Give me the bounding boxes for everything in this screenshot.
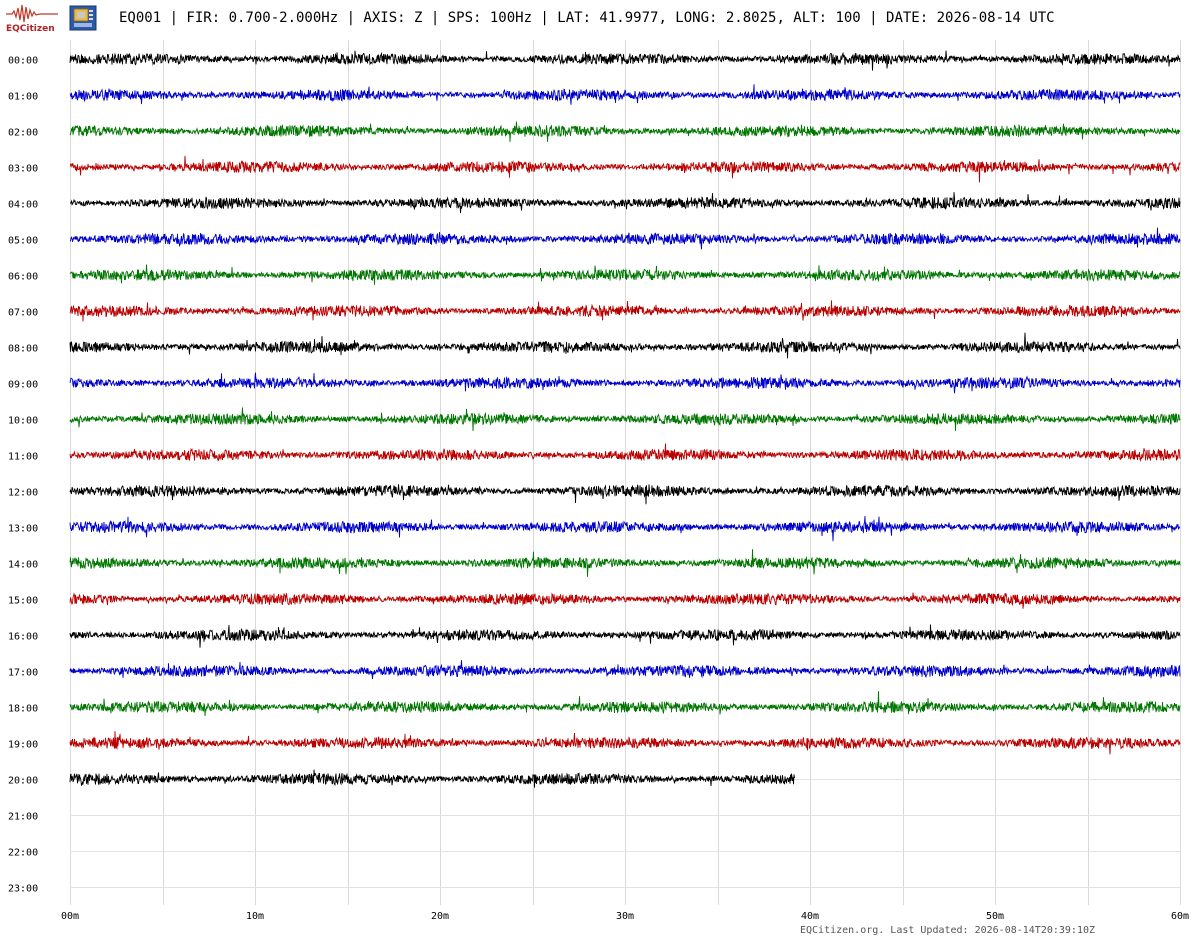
row-label: 16:00 bbox=[8, 632, 38, 643]
row-label: 01:00 bbox=[8, 92, 38, 103]
row-label: 03:00 bbox=[8, 164, 38, 175]
x-tick-label: 60m bbox=[1171, 911, 1189, 922]
x-tick-label: 20m bbox=[431, 911, 449, 922]
row-label: 13:00 bbox=[8, 524, 38, 535]
row-label: 22:00 bbox=[8, 848, 38, 859]
row-label: 12:00 bbox=[8, 488, 38, 499]
row-label: 00:00 bbox=[8, 56, 38, 67]
x-tick-label: 10m bbox=[246, 911, 264, 922]
row-label: 05:00 bbox=[8, 236, 38, 247]
row-labels: 00:00 01:00 02:00 03:00 04:00 05:00 06:00 07:00… bbox=[8, 56, 38, 895]
row-label: 20:00 bbox=[8, 776, 38, 787]
row-label: 07:00 bbox=[8, 308, 38, 319]
row-label: 17:00 bbox=[8, 668, 38, 679]
row-label: 02:00 bbox=[8, 128, 38, 139]
row-label: 06:00 bbox=[8, 272, 38, 283]
x-axis-ticks: 00m 10m 20m 30m 40m 50m 60m bbox=[61, 911, 1189, 922]
row-label: 23:00 bbox=[8, 884, 38, 895]
row-label: 04:00 bbox=[8, 200, 38, 211]
x-tick-label: 30m bbox=[616, 911, 634, 922]
row-label: 15:00 bbox=[8, 596, 38, 607]
last-updated-footer: EQCitizen.org. Last Updated: 2026-08-14T… bbox=[800, 925, 1096, 936]
trace-2000 bbox=[69, 769, 795, 788]
x-tick-label: 00m bbox=[61, 911, 79, 922]
row-label: 11:00 bbox=[8, 452, 38, 463]
row-label: 21:00 bbox=[8, 812, 38, 823]
x-tick-label: 40m bbox=[801, 911, 819, 922]
row-label: 19:00 bbox=[8, 740, 38, 751]
row-label: 18:00 bbox=[8, 704, 38, 715]
row-label: 08:00 bbox=[8, 344, 38, 355]
row-label: 14:00 bbox=[8, 560, 38, 571]
helicorder-plot: 00:00 01:00 02:00 03:00 04:00 05:00 06:00 07:00… bbox=[8, 40, 1189, 922]
row-label: 09:00 bbox=[8, 380, 38, 391]
row-label: 10:00 bbox=[8, 416, 38, 427]
x-tick-label: 50m bbox=[986, 911, 1004, 922]
